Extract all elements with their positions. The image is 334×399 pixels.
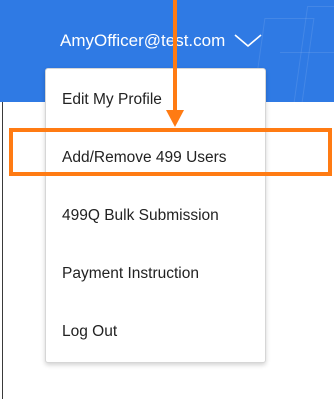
menu-item-payment-instruction[interactable]: Payment Instruction — [62, 262, 199, 286]
user-menu-toggle[interactable]: AmyOfficer@test.com — [60, 28, 263, 54]
menu-item-edit-profile[interactable]: Edit My Profile — [62, 88, 162, 112]
menu-item-bulk-submission[interactable]: 499Q Bulk Submission — [62, 204, 219, 228]
menu-item-add-remove-users[interactable]: Add/Remove 499 Users — [62, 146, 227, 170]
user-dropdown-menu: Edit My Profile Add/Remove 499 Users 499… — [45, 68, 266, 363]
user-email: AmyOfficer@test.com — [60, 31, 226, 50]
screenshot-stage: AmyOfficer@test.com Edit My Profile Add/… — [0, 0, 334, 399]
chevron-down-icon[interactable] — [233, 33, 263, 49]
page-left-border — [2, 102, 3, 399]
menu-item-log-out[interactable]: Log Out — [62, 320, 117, 344]
header-decoration — [280, 52, 334, 54]
